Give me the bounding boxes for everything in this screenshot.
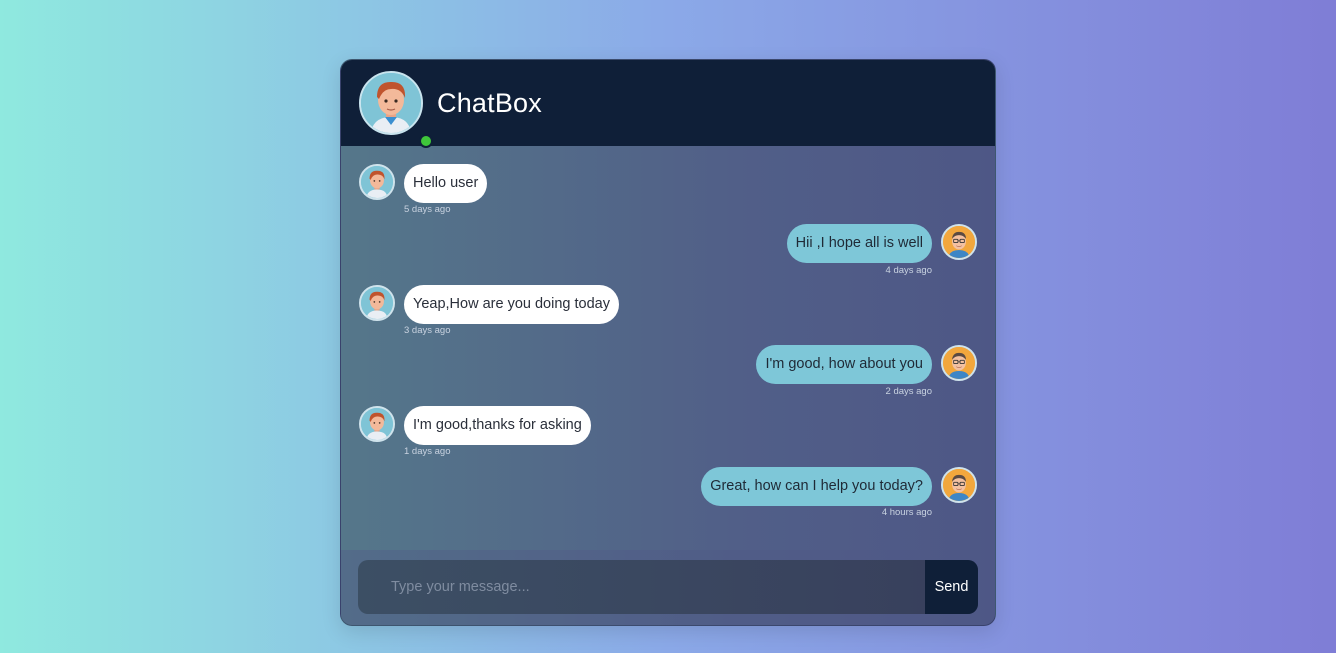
sender-avatar bbox=[359, 285, 395, 321]
send-button[interactable]: Send bbox=[925, 560, 978, 614]
chat-title: ChatBox bbox=[437, 87, 542, 118]
message-list: Hello user 5 days ago Hii ,I hope all is… bbox=[341, 146, 995, 550]
recipient-avatar bbox=[941, 224, 977, 260]
header-avatar bbox=[359, 71, 423, 135]
message-bubble: Hii ,I hope all is well bbox=[786, 224, 932, 263]
message-input[interactable] bbox=[358, 560, 925, 614]
male-red-hair-avatar-icon bbox=[361, 408, 393, 440]
sender-avatar bbox=[359, 164, 395, 200]
message-timestamp: 4 hours ago bbox=[881, 507, 932, 518]
male-glasses-avatar-icon bbox=[943, 469, 975, 501]
recipient-avatar bbox=[941, 467, 977, 503]
male-glasses-avatar-icon bbox=[943, 347, 975, 379]
composer-bar: Send bbox=[358, 560, 978, 614]
message-timestamp: 3 days ago bbox=[404, 325, 451, 336]
header-avatar-wrapper bbox=[359, 71, 433, 148]
message-timestamp: 4 days ago bbox=[885, 265, 932, 276]
message-bubble: I'm good, how about you bbox=[756, 345, 932, 384]
message-timestamp: 1 days ago bbox=[404, 446, 451, 457]
message-bubble: I'm good,thanks for asking bbox=[404, 406, 591, 445]
composer-area: Send bbox=[341, 550, 995, 625]
male-red-hair-avatar-icon bbox=[361, 166, 393, 198]
sender-avatar bbox=[359, 406, 395, 442]
message-bubble: Hello user bbox=[404, 164, 488, 203]
male-glasses-avatar-icon bbox=[943, 226, 975, 258]
message-bubble: Yeap,How are you doing today bbox=[404, 285, 619, 324]
recipient-avatar bbox=[941, 345, 977, 381]
chat-header: ChatBox bbox=[341, 60, 995, 148]
message-bubble: Great, how can I help you today? bbox=[701, 467, 932, 506]
male-red-hair-avatar-icon bbox=[361, 73, 421, 133]
chatbox-window: ChatBox Hello user 5 days ago Hii ,I hop bbox=[340, 59, 996, 626]
message-timestamp: 2 days ago bbox=[885, 386, 932, 397]
message-timestamp: 5 days ago bbox=[404, 204, 451, 215]
male-red-hair-avatar-icon bbox=[361, 287, 393, 319]
